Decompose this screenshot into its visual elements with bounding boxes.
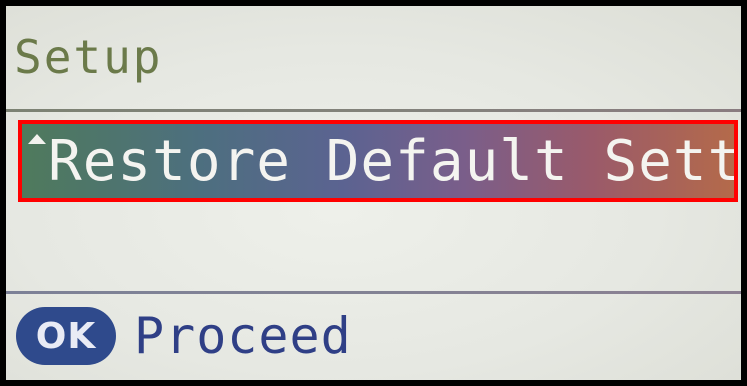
- screen-title: Setup: [14, 30, 163, 84]
- ok-button-icon[interactable]: OK: [16, 307, 116, 365]
- triangle-up-icon: [28, 134, 46, 144]
- footer-divider: [6, 291, 741, 294]
- printer-lcd-screen: Setup Restore Default Setting OK Proceed: [6, 6, 741, 380]
- title-divider: [6, 109, 741, 112]
- menu-item-restore-default-setting[interactable]: Restore Default Setting: [18, 120, 738, 202]
- footer-hint: OK Proceed: [16, 306, 352, 366]
- ok-button-label: OK: [35, 315, 97, 357]
- proceed-label: Proceed: [134, 307, 352, 365]
- menu-item-label: Restore Default Setting: [48, 129, 734, 194]
